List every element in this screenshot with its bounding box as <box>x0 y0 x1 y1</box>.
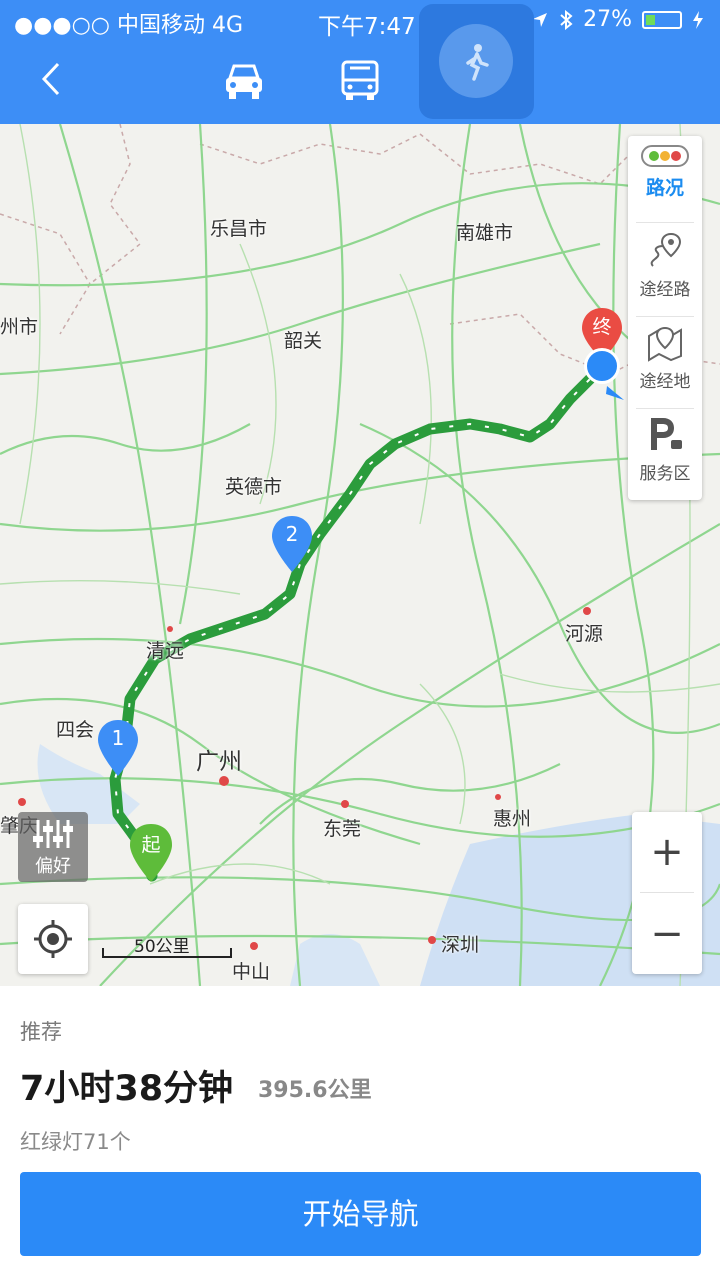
car-icon[interactable] <box>218 54 270 106</box>
traffic-button[interactable]: 路况 <box>628 144 702 220</box>
sliders-icon <box>33 820 73 848</box>
map-tools-panel: 路况 途经路 途经地 服务区 <box>628 136 702 500</box>
walk-icon <box>466 44 489 81</box>
scale-label: 50公里 <box>134 937 190 957</box>
traffic-label: 路况 <box>645 177 684 199</box>
via-place-label: 途经地 <box>639 372 691 392</box>
city-label: 韶关 <box>284 330 323 352</box>
start-marker[interactable]: 起 <box>128 822 174 884</box>
city-label: 英德市 <box>225 476 283 498</box>
status-bar: ●●●○○ 中国移动 4G 下午7:47 27% <box>0 0 720 40</box>
via-road-label: 途经路 <box>639 280 691 300</box>
service-label: 服务区 <box>639 464 691 484</box>
recommend-tag: 推荐 <box>20 1020 62 1044</box>
route-distance: 395.6公里 <box>258 1078 372 1103</box>
current-location-dot <box>584 348 620 384</box>
route-summary: 推荐 7小时38分钟 395.6公里 红绿灯71个 开始导航 <box>0 986 720 1281</box>
end-label: 终 <box>592 316 612 338</box>
bus-icon[interactable] <box>334 54 386 106</box>
map-view[interactable]: 乐昌市 南雄市 州市 韶关 英德市 清远 四会 广州 河源 肇庆 东莞 惠州 深… <box>0 124 720 986</box>
city-label: 深圳 <box>441 934 480 956</box>
back-arrow-icon[interactable] <box>28 56 74 102</box>
route-duration: 7小时38分钟 <box>20 1069 234 1109</box>
service-area-button[interactable]: 服务区 <box>628 414 702 496</box>
waypoint-2-label: 2 <box>285 522 299 546</box>
bluetooth-icon <box>560 9 573 30</box>
crosshair-icon <box>34 920 72 958</box>
locate-button[interactable] <box>18 904 88 974</box>
city-label: 东莞 <box>323 818 362 840</box>
battery-fill <box>646 14 655 25</box>
city-label: 惠州 <box>493 808 532 830</box>
start-label: 起 <box>141 834 161 856</box>
preference-label: 偏好 <box>35 856 71 877</box>
via-road-button[interactable]: 途经路 <box>628 230 702 314</box>
city-label: 乐昌市 <box>210 218 268 240</box>
zoom-controls: + − <box>632 812 702 974</box>
battery-percent: 27% <box>583 7 632 32</box>
scale-bar: 50公里 <box>102 930 232 960</box>
zoom-in-button[interactable]: + <box>632 812 702 892</box>
city-label: 南雄市 <box>456 222 514 244</box>
waypoint-1-label: 1 <box>111 726 125 750</box>
divider <box>636 316 694 317</box>
walk-mode-button[interactable] <box>419 4 534 119</box>
divider <box>640 892 694 893</box>
battery-icon <box>642 10 682 29</box>
status-time: 下午7:47 <box>318 14 416 40</box>
city-label: 中山 <box>232 961 271 983</box>
preference-button[interactable]: 偏好 <box>18 812 88 882</box>
city-label: 广州 <box>196 749 242 775</box>
waypoint-1-marker[interactable]: 1 <box>96 718 140 778</box>
parking-icon <box>651 418 682 450</box>
carrier-label: ●●●○○ 中国移动 4G <box>14 13 244 38</box>
traffic-lights-count: 红绿灯71个 <box>20 1130 131 1154</box>
zoom-out-button[interactable]: − <box>632 894 702 974</box>
start-navigation-button[interactable]: 开始导航 <box>20 1172 701 1256</box>
top-bar: ●●●○○ 中国移动 4G 下午7:47 27% <box>0 0 720 124</box>
divider <box>636 408 694 409</box>
city-label: 州市 <box>0 316 39 338</box>
divider <box>636 222 694 223</box>
via-place-button[interactable]: 途经地 <box>628 322 702 406</box>
city-label: 四会 <box>56 719 95 741</box>
city-label: 清远 <box>146 640 185 662</box>
map-pin-icon <box>648 326 682 362</box>
traffic-light-icon <box>641 145 689 167</box>
city-label: 河源 <box>565 623 604 645</box>
map-roads <box>0 124 720 986</box>
waypoint-2-marker[interactable]: 2 <box>270 514 314 574</box>
route-pin-icon <box>650 232 682 267</box>
charging-icon <box>693 10 703 29</box>
